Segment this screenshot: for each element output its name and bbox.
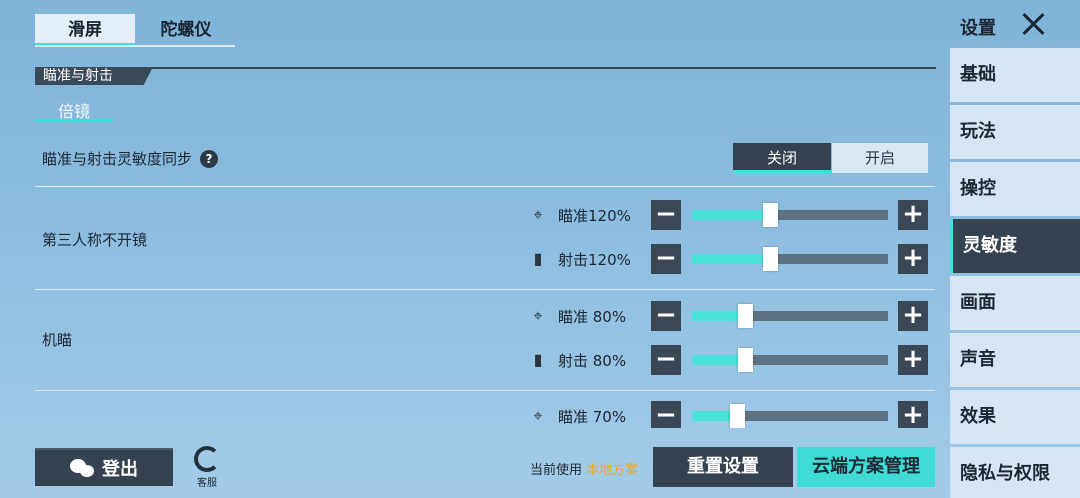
cloud-plan-button[interactable]: 云端方案管理 [797, 447, 935, 487]
sensitivity-slider[interactable] [692, 203, 888, 227]
slider-thumb[interactable] [737, 304, 753, 328]
sidebar-item[interactable]: 操控 [950, 162, 1080, 216]
divider [35, 289, 935, 290]
slider-thumb[interactable] [737, 348, 753, 372]
sensitivity-slider[interactable] [692, 404, 888, 428]
slider-value-label: 射击 80% [558, 352, 627, 370]
sidebar-item[interactable]: 基础 [950, 48, 1080, 102]
decrease-button[interactable]: − [651, 200, 681, 230]
increase-button[interactable]: + [898, 200, 928, 230]
sidebar-item[interactable]: 效果 [950, 390, 1080, 444]
row-label-iron-sight: 机瞄 [42, 331, 73, 349]
logout-label: 登出 [102, 459, 138, 480]
customer-service-label: 客服 [197, 478, 217, 489]
current-plan-prefix: 当前使用 [530, 463, 583, 478]
settings-scroll-area[interactable]: 第三人称不开镜 机瞄 ⌖ 瞄准120% − + ▮ 射击120% − + ⌖ 瞄准 80% − + ▮ 射… [0, 0, 945, 428]
slider-value-label: 射击120% [558, 251, 631, 269]
crosshair-icon: ⌖ [533, 205, 543, 224]
sensitivity-slider[interactable] [692, 348, 888, 372]
decrease-button[interactable]: − [651, 301, 681, 331]
sidebar-item[interactable]: 玩法 [950, 105, 1080, 159]
divider [35, 186, 935, 187]
slider-value-label: 瞄准 70% [558, 408, 627, 426]
divider [35, 390, 935, 391]
increase-button[interactable]: + [898, 301, 928, 331]
sidebar-item[interactable]: 声音 [950, 333, 1080, 387]
row-label-third-person: 第三人称不开镜 [42, 231, 148, 249]
increase-button[interactable]: + [898, 345, 928, 375]
crosshair-icon: ⌖ [533, 406, 543, 425]
current-plan-name[interactable]: 本地方案 [586, 463, 638, 478]
sidebar-item[interactable]: 画面 [950, 276, 1080, 330]
wechat-icon [70, 457, 96, 479]
logout-button[interactable]: 登出 [35, 448, 173, 486]
sensitivity-slider[interactable] [692, 304, 888, 328]
customer-service-icon [194, 446, 220, 472]
increase-button[interactable]: + [898, 401, 928, 428]
sidebar-item[interactable]: 灵敏度 [950, 219, 1080, 273]
increase-button[interactable]: + [898, 244, 928, 274]
slider-thumb[interactable] [763, 247, 779, 271]
customer-service-button[interactable]: 客服 [190, 446, 224, 489]
slider-thumb[interactable] [763, 203, 779, 227]
reset-settings-button[interactable]: 重置设置 [653, 447, 793, 487]
slider-fill [692, 254, 771, 264]
slider-fill [692, 210, 771, 220]
slider-value-label: 瞄准 80% [558, 308, 627, 326]
decrease-button[interactable]: − [651, 244, 681, 274]
decrease-button[interactable]: − [651, 345, 681, 375]
bullets-icon: ▮ [533, 350, 543, 369]
sidebar-item[interactable]: 隐私与权限 [950, 447, 1080, 498]
decrease-button[interactable]: − [651, 401, 681, 428]
sensitivity-slider[interactable] [692, 247, 888, 271]
settings-title: 设置 [960, 18, 996, 39]
crosshair-icon: ⌖ [533, 306, 543, 325]
close-icon[interactable] [1020, 10, 1048, 38]
current-plan-text: 当前使用 本地方案 [530, 459, 638, 478]
bullets-icon: ▮ [533, 249, 543, 268]
slider-thumb[interactable] [730, 404, 746, 428]
slider-value-label: 瞄准120% [558, 207, 631, 225]
